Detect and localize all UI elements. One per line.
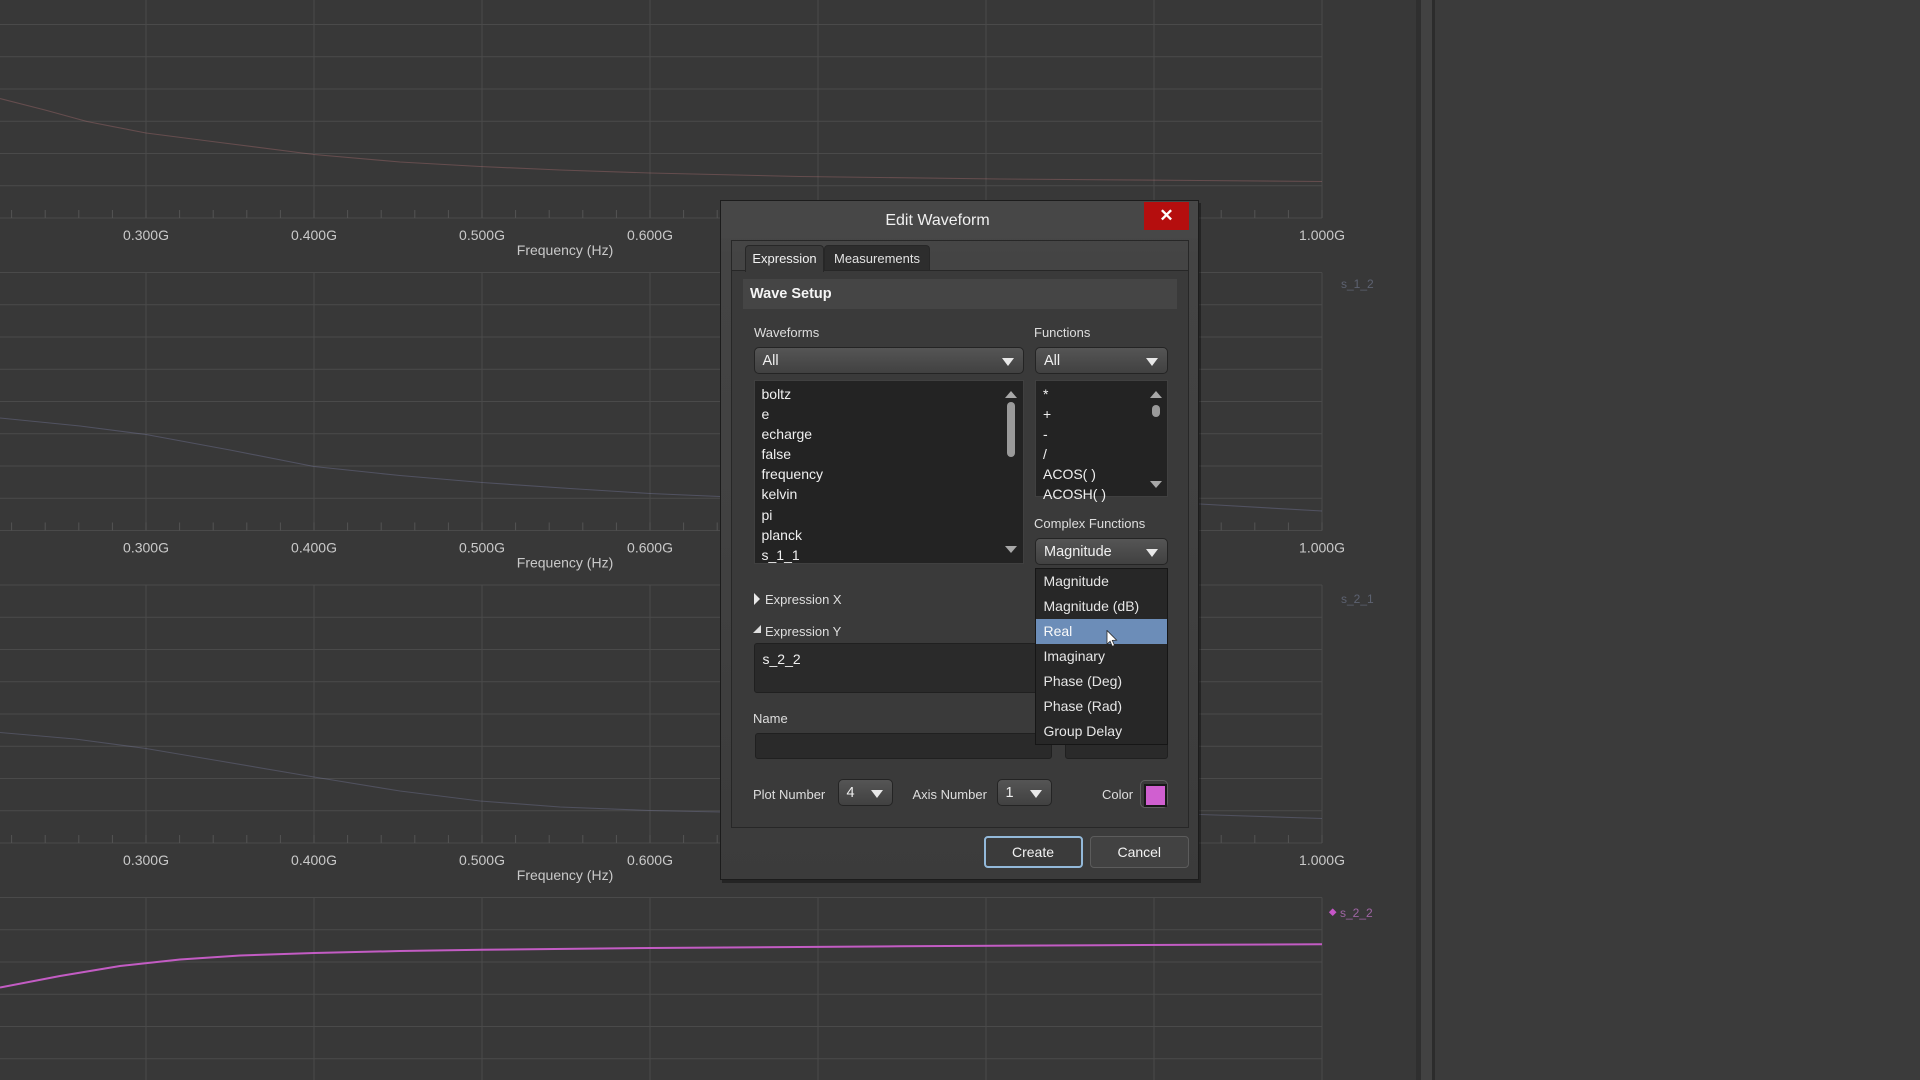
svg-text:Frequency (Hz): Frequency (Hz) [517,242,613,258]
svg-text:s_2_1: s_2_1 [1341,592,1374,606]
svg-text:0.300G: 0.300G [123,852,169,868]
svg-text:0.500G: 0.500G [459,540,505,556]
svg-text:0.600G: 0.600G [627,540,673,556]
svg-text:0.400G: 0.400G [291,227,337,243]
svg-text:0.500G: 0.500G [459,852,505,868]
svg-text:Frequency (Hz): Frequency (Hz) [517,555,613,571]
svg-text:0.500G: 0.500G [459,227,505,243]
svg-text:0.600G: 0.600G [627,227,673,243]
svg-text:s_2_2: s_2_2 [1340,906,1373,920]
svg-text:1.000G: 1.000G [1299,852,1345,868]
svg-text:0.600G: 0.600G [627,852,673,868]
svg-text:0.400G: 0.400G [291,540,337,556]
svg-text:0.300G: 0.300G [123,227,169,243]
svg-text:1.000G: 1.000G [1299,540,1345,556]
svg-text:Frequency (Hz): Frequency (Hz) [517,867,613,883]
svg-text:1.000G: 1.000G [1299,227,1345,243]
svg-text:0.400G: 0.400G [291,852,337,868]
svg-text:s_1_2: s_1_2 [1341,277,1374,291]
svg-text:0.300G: 0.300G [123,540,169,556]
